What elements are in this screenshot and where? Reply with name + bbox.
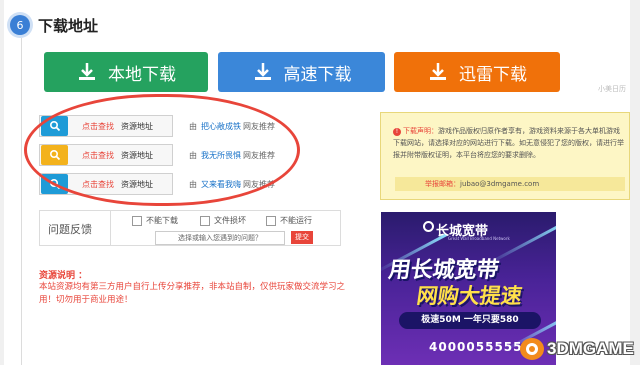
by-text: 由 [189,150,197,160]
download-icon [79,63,95,80]
click-find-text: 点击查找 [82,121,114,131]
download-icon [430,63,446,80]
checkbox-icon [266,215,276,226]
resource-row: 点击查找 资源地址 由 把心敞成铁 网友推荐 [39,114,275,138]
report-bar: 举报邮箱：jubao@3dmgame.com [395,177,625,191]
recommender-link[interactable]: 把心敞成铁 [201,121,241,132]
ad-brand-sub: Great Wall Broadband Network [448,236,510,241]
submit-button[interactable]: 提交 [291,231,313,244]
recommend-text: 网友推荐 [243,150,275,160]
by-text: 由 [189,121,197,131]
feedback-box: 问题反馈 不能下载 文件损坏 不能运行 选择或输入您遇到的问题？ 提交 [39,210,341,246]
by-text: 由 [189,179,197,189]
section-title: 下载地址 [38,16,99,35]
recommender-link[interactable]: 又来看我嗨 [201,179,241,190]
resource-text: 资源地址 [121,121,153,131]
checkbox-icon [200,215,210,226]
local-download-label: 本地下载 [108,64,176,85]
click-find-text: 点击查找 [82,150,114,160]
disclaimer-box: ! 下载声明：游戏作品版权归原作者享有，游戏资料来源于各大单机游戏下载网站，请选择… [380,112,630,200]
watermark: 小美日历 [598,85,626,93]
cannot-run-checkbox[interactable]: 不能运行 [266,215,312,226]
recommend-text: 网友推荐 [243,121,275,131]
3dm-logo-icon [520,338,544,360]
recommend-text: 网友推荐 [243,179,275,189]
ad-phone-number: 4000055555 [429,340,523,354]
checkbox-icon [132,215,142,226]
disclaimer-head: 下载声明： [403,127,438,135]
problem-input[interactable]: 选择或输入您遇到的问题？ [155,231,285,245]
timeline-line [21,38,22,365]
fast-download-label: 高速下载 [283,64,352,85]
ad-headline-2: 网购大提速 [415,284,524,308]
click-find-text: 点击查找 [82,179,114,189]
step-badge: 6 [10,15,30,35]
find-resource-button[interactable]: 点击查找 资源地址 [39,144,173,166]
search-icon [41,116,68,136]
find-resource-button[interactable]: 点击查找 资源地址 [39,115,173,137]
resource-row: 点击查找 资源地址 由 又来看我嗨 网友推荐 [39,172,275,196]
section-header: 6 下载地址 [10,12,98,38]
resource-text: 资源地址 [121,150,153,160]
download-icon [254,63,271,80]
file-damaged-checkbox[interactable]: 文件损坏 [200,215,246,226]
xunlei-download-button[interactable]: 迅雷下载 [394,52,560,92]
option-label: 文件损坏 [214,216,246,225]
resource-row: 点击查找 资源地址 由 我无所畏惧 网友推荐 [39,143,275,167]
search-icon [41,174,68,194]
disclaimer-text-block: ! 下载声明：游戏作品版权归原作者享有，游戏资料来源于各大单机游戏下载网站，请选择… [393,125,625,161]
report-label: 举报邮箱： [425,180,460,188]
warning-icon: ! [393,128,401,136]
download-panel: 6 下载地址 本地下载 高速下载 迅雷下载 小美日历 点击查找 资源地址 由 把… [4,0,630,365]
report-email[interactable]: jubao@3dmgame.com [460,180,539,188]
find-resource-button[interactable]: 点击查找 资源地址 [39,173,173,195]
feedback-label: 问题反馈 [48,223,92,236]
xunlei-download-label: 迅雷下载 [459,64,527,85]
notes-body: 本站资源均有第三方用户自行上传分享推荐，非本站自制，仅供玩家做交流学习之用！切勿… [39,282,346,305]
resource-text: 资源地址 [121,179,153,189]
search-icon [41,145,68,165]
cannot-download-checkbox[interactable]: 不能下载 [132,215,178,226]
ad-offer-pill: 极速50M 一年只要580 [399,312,541,329]
site-logo: 3DMGAME [520,338,634,360]
notes-title: 资源说明 ： [39,271,88,281]
logo-wordmark: 3DMGAME [547,339,634,358]
brand-logo-icon [423,221,434,232]
option-label: 不能下载 [146,216,178,225]
recommender-link[interactable]: 我无所畏惧 [201,150,241,161]
local-download-button[interactable]: 本地下载 [44,52,208,92]
feedback-divider [110,211,111,245]
fast-download-button[interactable]: 高速下载 [218,52,385,92]
option-label: 不能运行 [280,216,312,225]
